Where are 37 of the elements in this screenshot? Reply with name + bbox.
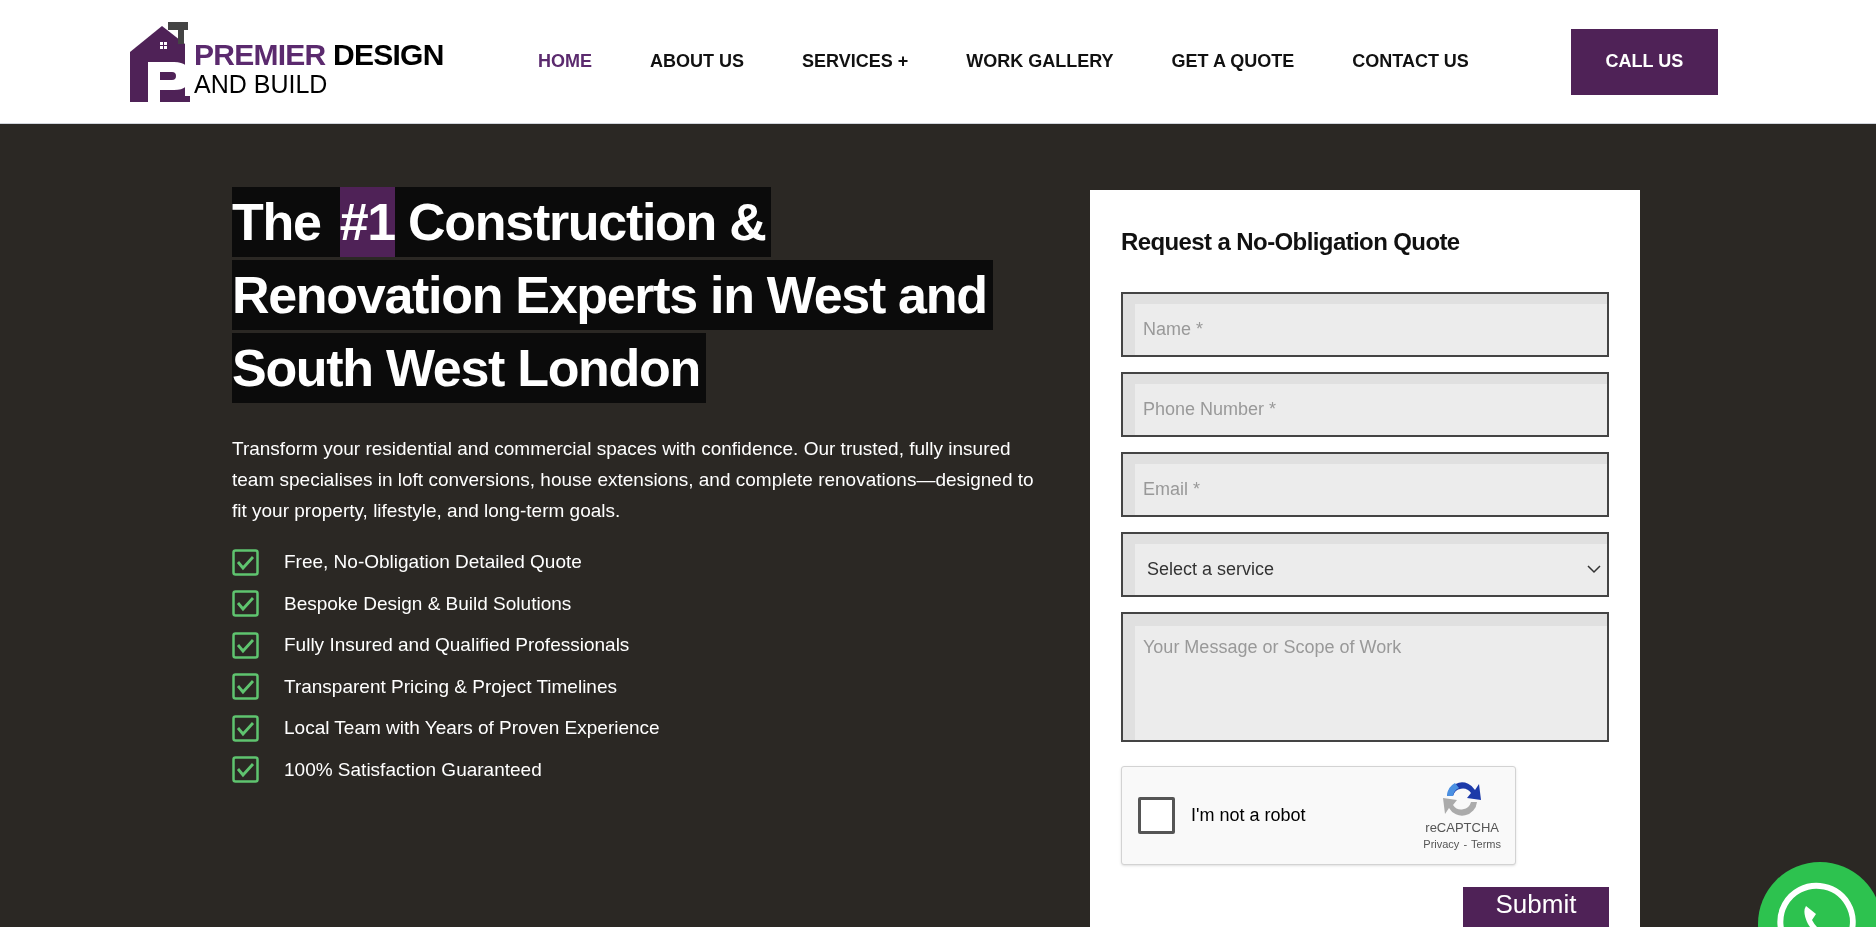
- separator-text: -: [1463, 837, 1468, 853]
- recaptcha-label: reCAPTCHA: [1425, 820, 1499, 837]
- benefit-text: Local Team with Years of Proven Experience: [284, 716, 660, 740]
- benefit-text: 100% Satisfaction Guaranteed: [284, 757, 542, 782]
- benefit-text: Transparent Pricing & Project Timelines: [284, 674, 617, 699]
- submit-button[interactable]: Submit: [1463, 887, 1609, 927]
- checkbox-tick-icon: [232, 548, 259, 576]
- checkbox-tick-icon: [232, 590, 259, 618]
- checkbox-tick-icon: [232, 631, 259, 659]
- checkbox-tick-icon: [232, 673, 259, 701]
- chevron-down-icon: [1587, 565, 1601, 574]
- call-us-button[interactable]: CALL US: [1570, 28, 1718, 95]
- checkbox[interactable]: [1138, 797, 1175, 834]
- nav-link[interactable]: ABOUT US: [650, 48, 744, 75]
- checkbox-tick-icon: [232, 756, 259, 784]
- logo-text: PREMIER DESIGN: [194, 40, 444, 70]
- checkbox-label: I'm not a robot: [1191, 804, 1306, 827]
- nav-link[interactable]: WORK GALLERY: [966, 48, 1114, 75]
- benefit-text: Fully Insured and Qualified Professionals: [284, 633, 630, 657]
- nav-link[interactable]: HOME: [538, 48, 592, 75]
- checkbox-tick-icon: [232, 714, 259, 742]
- service-dropdown[interactable]: Select a service: [1121, 532, 1609, 597]
- text-input-field[interactable]: Name *: [1121, 292, 1609, 357]
- text-input-field[interactable]: Phone Number *: [1121, 372, 1609, 437]
- privacy-link[interactable]: Privacy: [1423, 836, 1460, 853]
- message-field[interactable]: Your Message or Scope of Work: [1121, 612, 1609, 742]
- benefit-text: Free, No-Obligation Detailed Quote: [284, 550, 582, 574]
- nav-link[interactable]: CONTACT US: [1352, 48, 1469, 75]
- form-title: Request a No-Obligation Quote: [1121, 227, 1461, 257]
- hero-heading: The #1 Construction & Renovation Experts in West and South West London: [232, 186, 1062, 405]
- benefit-text: Bespoke Design & Build Solutions: [284, 591, 572, 616]
- logo-text: AND BUILD: [194, 72, 329, 97]
- terms-link[interactable]: Terms: [1471, 836, 1501, 853]
- intro-paragraph: Transform your residential and commercial spaces with confidence. Our trusted, fully insured team specialises in loft conversions, house extensions, and complete renovations—designed to fit your property, lifestyle, and long-term goals.: [232, 437, 1035, 523]
- text-input-field[interactable]: Email *: [1121, 452, 1609, 517]
- nav-link[interactable]: SERVICES +: [802, 48, 909, 75]
- nav-link[interactable]: GET A QUOTE: [1171, 48, 1295, 75]
